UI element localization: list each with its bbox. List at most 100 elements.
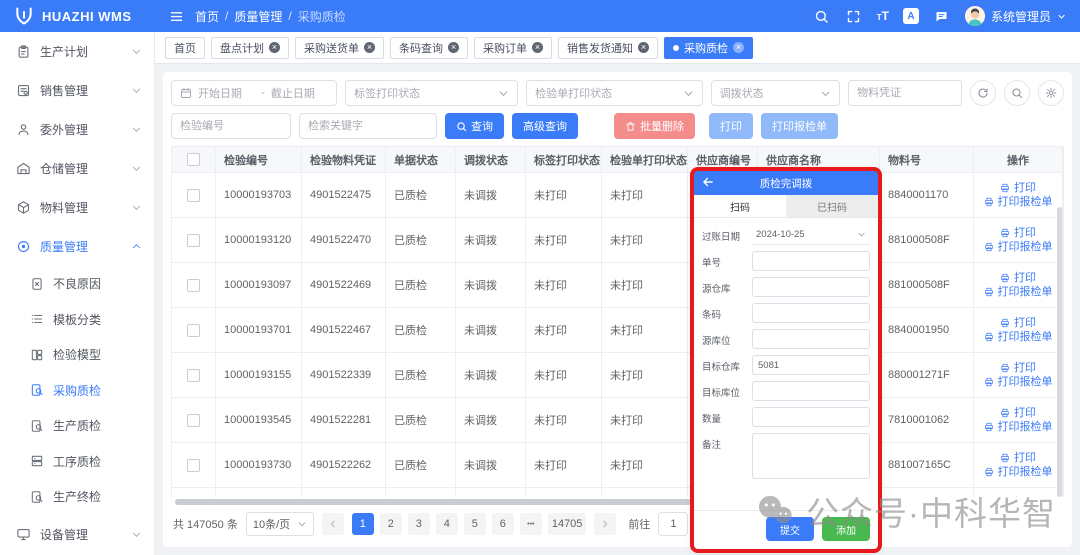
menu-collapse-icon[interactable]	[167, 7, 185, 25]
sidebar-subitem-模板分类[interactable]: 模板分类	[0, 302, 154, 338]
dialog-input-源仓库[interactable]	[752, 277, 870, 297]
tab-盘点计划[interactable]: 盘点计划×	[211, 37, 289, 59]
sidebar-item-生产计划[interactable]: 生产计划	[0, 32, 154, 71]
submit-button[interactable]: 提交	[766, 517, 814, 541]
tab-首页[interactable]: 首页	[165, 37, 205, 59]
report-print-status-select[interactable]: 检验单打印状态	[526, 80, 703, 106]
tab-close-icon[interactable]: ×	[733, 42, 744, 53]
dialog-input-条码[interactable]	[752, 303, 870, 323]
dialog-input-目标库位[interactable]	[752, 381, 870, 401]
print-button[interactable]: 打印	[709, 113, 753, 139]
print-link[interactable]: 打印	[1000, 363, 1036, 374]
dialog-input-单号[interactable]	[752, 251, 870, 271]
table-horizontal-scrollbar[interactable]	[173, 499, 1062, 505]
font-size-icon[interactable]: TT	[877, 10, 889, 22]
print-link[interactable]: 打印	[1000, 453, 1036, 464]
print-report-link[interactable]: 打印报检单	[984, 287, 1053, 298]
sidebar-item-仓储管理[interactable]: 仓储管理	[0, 149, 154, 188]
print-report-button[interactable]: 打印报检单	[761, 113, 838, 139]
print-report-link[interactable]: 打印报检单	[984, 377, 1053, 388]
dialog-input-目标仓库[interactable]	[752, 355, 870, 375]
row-checkbox[interactable]	[187, 234, 200, 247]
print-link[interactable]: 打印	[1000, 273, 1036, 284]
print-link[interactable]: 打印	[1000, 228, 1036, 239]
translate-icon[interactable]: A	[903, 8, 919, 24]
print-link[interactable]: 打印	[1000, 183, 1036, 194]
print-link[interactable]: 打印	[1000, 408, 1036, 419]
row-checkbox[interactable]	[187, 459, 200, 472]
page-size-select[interactable]: 10条/页	[246, 512, 314, 536]
tab-采购质检[interactable]: 采购质检×	[664, 37, 753, 59]
table-vertical-scrollbar[interactable]	[1057, 207, 1062, 497]
dialog-date-select[interactable]: 2024-10-25	[752, 225, 870, 245]
add-button[interactable]: 添加	[822, 517, 870, 541]
settings-button[interactable]	[1038, 80, 1064, 106]
sidebar-item-设备管理[interactable]: 设备管理	[0, 515, 154, 554]
print-report-link[interactable]: 打印报检单	[984, 242, 1053, 253]
row-checkbox[interactable]	[187, 189, 200, 202]
sidebar-item-委外管理[interactable]: 委外管理	[0, 110, 154, 149]
row-checkbox[interactable]	[187, 414, 200, 427]
goto-page-input[interactable]	[658, 512, 688, 536]
sidebar-subitem-不良原因[interactable]: 不良原因	[0, 266, 154, 302]
print-report-link[interactable]: 打印报检单	[984, 197, 1053, 208]
keyword-input[interactable]	[308, 120, 428, 132]
tab-close-icon[interactable]: ×	[364, 42, 375, 53]
sidebar-item-质量管理[interactable]: 质量管理	[0, 227, 154, 266]
sidebar-subitem-采购质检[interactable]: 采购质检	[0, 373, 154, 409]
tab-close-icon[interactable]: ×	[269, 42, 280, 53]
sidebar-subitem-工序质检[interactable]: 工序质检	[0, 444, 154, 480]
advanced-query-button[interactable]: 高级查询	[512, 113, 578, 139]
batch-delete-button[interactable]: 批量删除	[614, 113, 695, 139]
refresh-button[interactable]	[970, 80, 996, 106]
query-button[interactable]: 查询	[445, 113, 504, 139]
message-icon[interactable]	[933, 7, 951, 25]
select-all-checkbox[interactable]	[187, 153, 200, 166]
page-ellipsis[interactable]: •••	[520, 513, 542, 535]
page-button-3[interactable]: 3	[408, 513, 430, 535]
sidebar-item-销售管理[interactable]: 销售管理	[0, 71, 154, 110]
row-checkbox[interactable]	[187, 369, 200, 382]
next-page-button[interactable]	[594, 513, 616, 535]
row-checkbox[interactable]	[187, 279, 200, 292]
brand[interactable]: HUAZHI WMS	[0, 6, 155, 26]
page-button-5[interactable]: 5	[464, 513, 486, 535]
tab-条码查询[interactable]: 条码查询×	[390, 37, 468, 59]
page-button-2[interactable]: 2	[380, 513, 402, 535]
sidebar-subitem-检验模型[interactable]: 检验模型	[0, 337, 154, 373]
tab-close-icon[interactable]: ×	[448, 42, 459, 53]
tab-close-icon[interactable]: ×	[638, 42, 649, 53]
dialog-input-数量[interactable]	[752, 407, 870, 427]
print-link[interactable]: 打印	[1000, 318, 1036, 329]
transfer-status-select[interactable]: 调拨状态	[711, 80, 841, 106]
tab-采购订单[interactable]: 采购订单×	[474, 37, 552, 59]
fullscreen-icon[interactable]	[845, 7, 863, 25]
dialog-input-源库位[interactable]	[752, 329, 870, 349]
sidebar-subitem-生产终检[interactable]: 生产终检	[0, 479, 154, 515]
dialog-tab-扫码[interactable]: 扫码	[694, 195, 786, 217]
user-menu[interactable]: 系统管理员	[965, 6, 1066, 26]
tab-采购送货单[interactable]: 采购送货单×	[295, 37, 384, 59]
tab-销售发货通知[interactable]: 销售发货通知×	[558, 37, 658, 59]
label-print-status-select[interactable]: 标签打印状态	[345, 80, 518, 106]
tab-close-icon[interactable]: ×	[532, 42, 543, 53]
inspect-no-input[interactable]	[180, 120, 282, 132]
material-voucher-input[interactable]	[857, 87, 953, 99]
dialog-tab-已扫码[interactable]: 已扫码	[786, 195, 878, 217]
back-arrow-icon[interactable]	[701, 175, 717, 191]
page-button-1[interactable]: 1	[352, 513, 374, 535]
breadcrumb-item[interactable]: 首页	[195, 8, 219, 25]
print-report-link[interactable]: 打印报检单	[984, 467, 1053, 478]
date-range-input[interactable]: 开始日期 - 截止日期	[171, 80, 337, 106]
print-report-link[interactable]: 打印报检单	[984, 422, 1053, 433]
print-report-link[interactable]: 打印报检单	[984, 332, 1053, 343]
page-button-6[interactable]: 6	[492, 513, 514, 535]
breadcrumb-item[interactable]: 质量管理	[234, 8, 282, 25]
dialog-textarea-备注[interactable]	[752, 433, 870, 479]
sidebar-item-物料管理[interactable]: 物料管理	[0, 188, 154, 227]
row-checkbox[interactable]	[187, 324, 200, 337]
prev-page-button[interactable]	[322, 513, 344, 535]
zoom-button[interactable]	[1004, 80, 1030, 106]
search-icon[interactable]	[813, 7, 831, 25]
page-button-4[interactable]: 4	[436, 513, 458, 535]
